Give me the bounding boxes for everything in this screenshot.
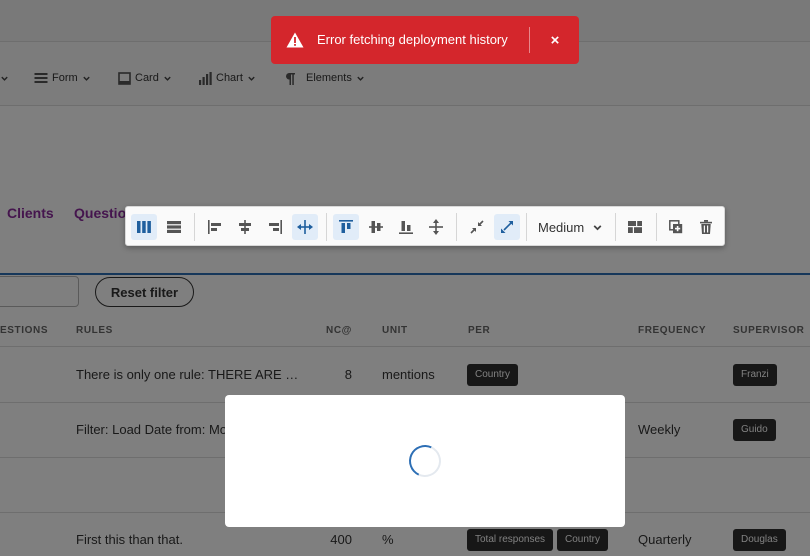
toolbar-divider	[456, 213, 457, 241]
align-center-button[interactable]	[232, 214, 258, 240]
duplicate-icon	[669, 220, 683, 234]
loading-dialog	[225, 395, 625, 527]
rows-layout-button[interactable]	[161, 214, 187, 240]
columns-layout-button[interactable]	[131, 214, 157, 240]
align-left-button[interactable]	[202, 214, 228, 240]
toolbar-divider	[615, 213, 616, 241]
delete-button[interactable]	[693, 214, 719, 240]
shrink-icon	[470, 220, 484, 234]
toast-divider	[529, 27, 530, 53]
error-toast: Error fetching deployment history ×	[271, 16, 579, 64]
fit-width-button[interactable]	[292, 214, 318, 240]
app: Form Card Chart Elements Clients Questio…	[0, 0, 810, 556]
toolbar-divider	[656, 213, 657, 241]
trash-icon	[700, 220, 712, 234]
size-select[interactable]: Medium	[531, 214, 609, 240]
toolbar-divider	[194, 213, 195, 241]
dashboard-layout-button[interactable]	[622, 214, 648, 240]
size-select-value: Medium	[538, 219, 585, 235]
chevron-down-icon	[593, 224, 602, 230]
fit-width-icon	[297, 220, 313, 234]
align-right-button[interactable]	[262, 214, 288, 240]
shrink-button[interactable]	[464, 214, 490, 240]
rows-layout-icon	[167, 221, 181, 233]
align-middle-icon	[369, 221, 383, 233]
expand-button[interactable]	[494, 214, 520, 240]
align-right-icon	[269, 220, 282, 234]
align-bottom-icon	[399, 221, 413, 234]
align-center-icon	[239, 220, 251, 234]
duplicate-button[interactable]	[663, 214, 689, 240]
expand-icon	[501, 221, 513, 233]
toolbar-divider	[526, 213, 527, 241]
warning-icon	[286, 32, 304, 48]
align-left-icon	[208, 220, 221, 234]
toolbar-divider	[326, 213, 327, 241]
fit-height-icon	[429, 219, 443, 235]
close-toast-button[interactable]: ×	[545, 29, 565, 51]
align-top-button[interactable]	[333, 214, 359, 240]
align-middle-button[interactable]	[363, 214, 389, 240]
align-top-icon	[339, 220, 353, 233]
dashboard-icon	[628, 221, 642, 233]
error-toast-message: Error fetching deployment history	[317, 32, 508, 47]
columns-layout-icon	[137, 221, 151, 233]
block-toolbar: Medium	[125, 206, 725, 246]
align-bottom-button[interactable]	[393, 214, 419, 240]
loading-spinner	[404, 440, 446, 482]
fit-height-button[interactable]	[423, 214, 449, 240]
